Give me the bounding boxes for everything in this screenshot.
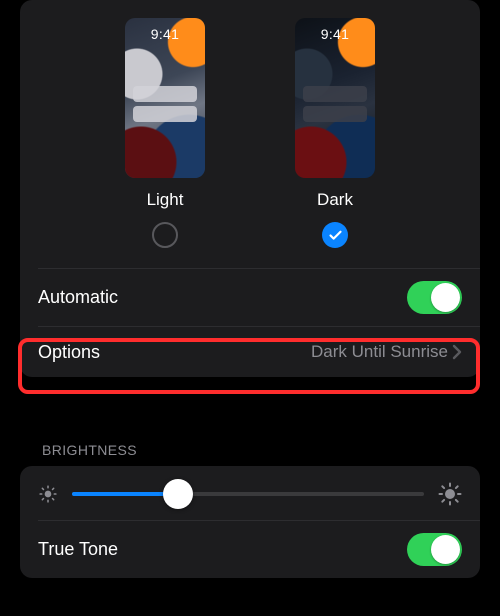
brightness-panel: True Tone <box>20 466 480 578</box>
dark-label: Dark <box>317 190 353 210</box>
light-radio[interactable] <box>152 222 178 248</box>
brightness-low-icon <box>38 484 58 504</box>
brightness-slider-knob[interactable] <box>163 479 193 509</box>
appearance-dark[interactable]: 9:41 Dark <box>295 18 375 262</box>
automatic-label: Automatic <box>38 287 407 308</box>
checkmark-icon <box>328 228 343 243</box>
true-tone-toggle[interactable] <box>407 533 462 566</box>
dark-thumbnail: 9:41 <box>295 18 375 178</box>
brightness-slider[interactable] <box>72 492 424 496</box>
chevron-right-icon <box>452 344 462 360</box>
options-row[interactable]: Options Dark Until Sunrise <box>20 327 480 377</box>
dark-thumb-time: 9:41 <box>295 26 375 42</box>
light-label: Light <box>147 190 184 210</box>
appearance-panel: 9:41 Light 9:41 Dark Automatic <box>20 0 480 377</box>
light-thumbnail: 9:41 <box>125 18 205 178</box>
light-thumb-time: 9:41 <box>125 26 205 42</box>
appearance-row: 9:41 Light 9:41 Dark <box>20 18 480 268</box>
automatic-toggle[interactable] <box>407 281 462 314</box>
options-label: Options <box>38 342 311 363</box>
automatic-row: Automatic <box>20 269 480 326</box>
dark-radio[interactable] <box>322 222 348 248</box>
brightness-header: BRIGHTNESS <box>36 442 143 466</box>
appearance-light[interactable]: 9:41 Light <box>125 18 205 262</box>
brightness-high-icon <box>438 482 462 506</box>
brightness-slider-row <box>20 466 480 520</box>
true-tone-row: True Tone <box>20 521 480 578</box>
options-value: Dark Until Sunrise <box>311 342 448 362</box>
true-tone-label: True Tone <box>38 539 407 560</box>
